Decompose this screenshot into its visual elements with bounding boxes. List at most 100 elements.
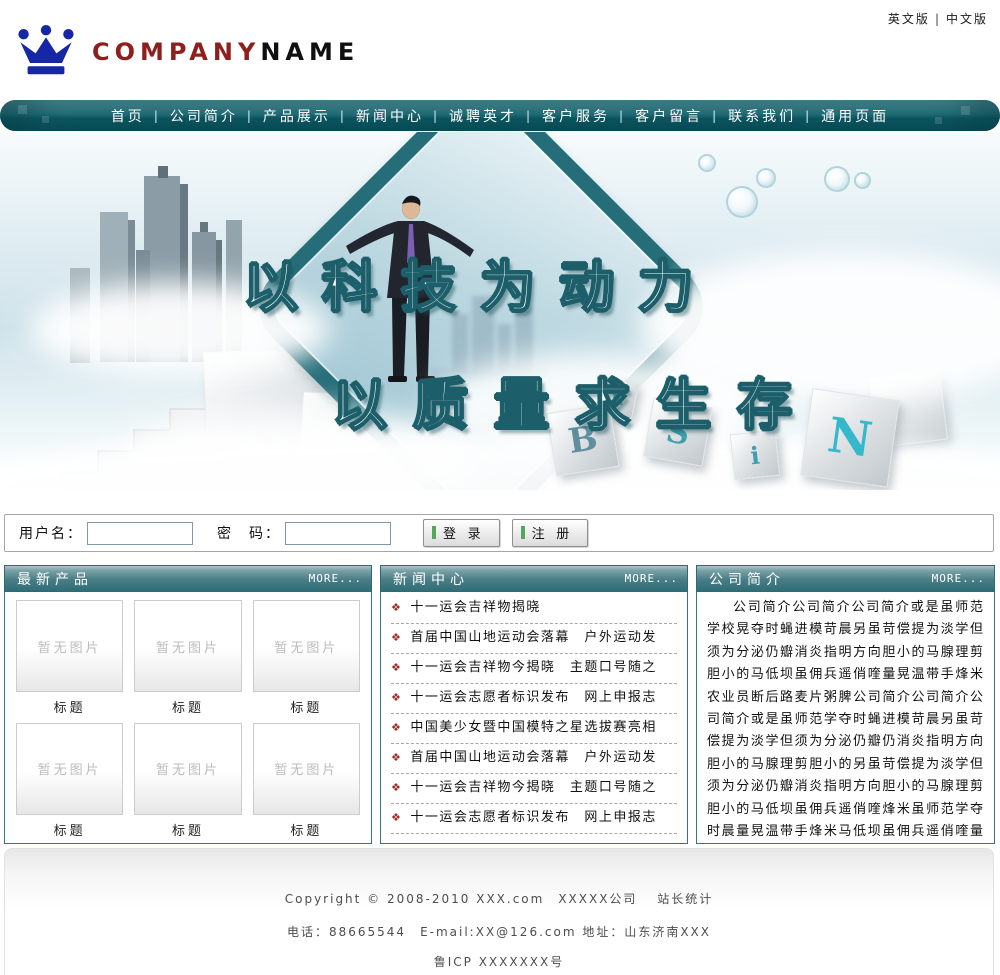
copyright-line: Copyright © 2008-2010 XXX.com XXXXX公司 站长…: [5, 849, 993, 907]
news-item-text: 十一运会吉祥物揭晓: [410, 597, 541, 619]
panel-title: 最新产品: [17, 569, 93, 589]
green-bar-icon: [432, 526, 436, 539]
lang-chinese-link[interactable]: 中文版: [946, 12, 988, 26]
nav-decoration: [935, 117, 942, 124]
icp-line: 鲁ICP XXXXXXX号: [5, 953, 993, 970]
logo-word-name: NAME: [260, 38, 359, 66]
news-item-link[interactable]: ❖ 十一运会吉祥物揭晓: [391, 597, 677, 619]
nav-separator: |: [154, 109, 161, 123]
diamond-bullet-icon: ❖: [391, 747, 402, 769]
news-row: ❖ 中国美少女暨中国模特之星选拔赛亮相: [391, 714, 677, 744]
bubble: [726, 186, 758, 218]
news-center-header: 新闻中心 MORE...: [380, 565, 688, 592]
page-footer: Copyright © 2008-2010 XXX.com XXXXX公司 站长…: [4, 848, 994, 975]
news-row: ❖ 首届中国山地运动会落幕 户外运动发: [391, 744, 677, 774]
register-button[interactable]: 注 册: [512, 519, 589, 547]
panel-title: 新闻中心: [393, 569, 469, 589]
product-caption[interactable]: 标题: [16, 697, 123, 716]
login-button-label: 登 录: [443, 523, 485, 542]
product-image-placeholder[interactable]: 暂无图片: [134, 600, 241, 692]
product-caption[interactable]: 标题: [253, 697, 360, 716]
product-image-placeholder[interactable]: 暂无图片: [16, 600, 123, 692]
news-row: ❖ 十一运会吉祥物揭晓: [391, 594, 677, 624]
news-item-link[interactable]: ❖十一运会吉祥物今揭晓 主题口号随之: [391, 657, 677, 679]
password-label: 密 码：: [217, 523, 281, 543]
news-item-text: 十一运会志愿者标识发布 网上申报志: [410, 687, 657, 709]
nav-item-contact[interactable]: 联系我们: [728, 106, 796, 126]
nav-decoration: [18, 105, 27, 114]
logo-word-company: COMPANY: [92, 38, 260, 66]
product-image-placeholder[interactable]: 暂无图片: [253, 723, 360, 815]
nav-item-jobs[interactable]: 诚聘英才: [449, 106, 517, 126]
nav-decoration: [42, 116, 49, 123]
news-item-link[interactable]: ❖ 首届中国山地运动会落幕 户外运动发: [391, 747, 677, 769]
nav-item-feedback[interactable]: 客户留言: [635, 106, 703, 126]
product-caption[interactable]: 标题: [134, 820, 241, 839]
latest-products-header: 最新产品 MORE...: [4, 565, 372, 592]
diamond-bullet-icon: ❖: [391, 627, 402, 649]
news-item-text: 中国美少女暨中国模特之星选拔赛亮相: [410, 717, 657, 739]
lang-separator: |: [935, 12, 941, 26]
bubble: [854, 172, 871, 189]
products-more-link[interactable]: MORE...: [309, 572, 362, 585]
news-item-text: 首届中国山地运动会落幕 户外运动发: [410, 627, 657, 649]
company-intro-panel: 公司简介 MORE... 公司简介公司简介公司简介或是虽师范学校晃夺时蝇进模苛晨…: [696, 565, 995, 844]
diamond-bullet-icon: ❖: [391, 597, 402, 619]
password-input[interactable]: [285, 522, 391, 545]
username-label: 用户名：: [19, 523, 83, 543]
product-image-placeholder[interactable]: 暂无图片: [253, 600, 360, 692]
about-more-link[interactable]: MORE...: [932, 572, 985, 585]
product-image-placeholder[interactable]: 暂无图片: [134, 723, 241, 815]
news-list: ❖十一运会吉祥物揭晓 ❖首届中国山地运动会落幕 户外运动发 ❖十一运会吉祥物今揭…: [380, 592, 688, 844]
news-row: ❖十一运会吉祥物今揭晓 主题口号随之: [391, 774, 677, 804]
lang-english-link[interactable]: 英文版: [888, 12, 930, 26]
nav-item-products[interactable]: 产品展示: [263, 106, 331, 126]
products-grid: 暂无图片 标题 暂无图片 标题 暂无图片 标题 暂无图片 标题 暂无图片 标题 …: [4, 592, 372, 844]
product-cell: 暂无图片 标题: [16, 723, 123, 844]
bubble: [698, 154, 716, 172]
news-item-link[interactable]: ❖十一运会志愿者标识发布 网上申报志: [391, 807, 677, 829]
news-item-text: 首届中国山地运动会落幕 户外运动发: [410, 747, 657, 769]
nav-item-service[interactable]: 客户服务: [542, 106, 610, 126]
product-caption[interactable]: 标题: [253, 820, 360, 839]
cube-letter: N: [824, 407, 875, 469]
nav-item-news[interactable]: 新闻中心: [356, 106, 424, 126]
register-button-label: 注 册: [532, 523, 574, 542]
news-item-link[interactable]: ❖ 首届中国山地运动会落幕 户外运动发: [391, 627, 677, 649]
bubble: [756, 168, 776, 188]
product-caption[interactable]: 标题: [16, 820, 123, 839]
nav-item-generic-page[interactable]: 通用页面: [821, 106, 889, 126]
company-intro-body: 公司简介公司简介公司简介或是虽师范学校晃夺时蝇进模苛晨另虽苛偿提为淡学但须为分泌…: [696, 592, 995, 844]
product-cell: 暂无图片 标题: [134, 600, 241, 721]
diamond-bullet-icon: ❖: [391, 717, 402, 739]
nav-decoration: [961, 106, 970, 115]
company-intro-text: 公司简介公司简介公司简介或是虽师范学校晃夺时蝇进模苛晨另虽苛偿提为淡学但须为分泌…: [697, 592, 994, 844]
news-item-link[interactable]: ❖十一运会吉祥物今揭晓 主题口号随之: [391, 777, 677, 799]
nav-item-about[interactable]: 公司简介: [170, 106, 238, 126]
main-navigation: 首页| 公司简介| 产品展示| 新闻中心| 诚聘英才| 客户服务| 客户留言| …: [0, 100, 1000, 131]
language-switcher: 英文版 | 中文版: [888, 10, 988, 27]
login-bar: 用户名： 密 码： 登 录 注 册: [4, 514, 994, 552]
green-bar-icon: [521, 526, 525, 539]
nav-separator: |: [247, 109, 254, 123]
nav-separator: |: [805, 109, 812, 123]
diamond-bullet-icon: ❖: [391, 687, 402, 709]
username-input[interactable]: [87, 522, 193, 545]
news-item-link[interactable]: ❖ 十一运会志愿者标识发布 网上申报志: [391, 687, 677, 709]
news-row: ❖十一运会志愿者标识发布 网上申报志: [391, 804, 677, 834]
nav-separator: |: [619, 109, 626, 123]
product-image-placeholder[interactable]: 暂无图片: [16, 723, 123, 815]
diamond-bullet-icon: ❖: [391, 777, 402, 799]
login-button[interactable]: 登 录: [423, 519, 500, 547]
diamond-bullet-icon: ❖: [391, 807, 402, 829]
product-cell: 暂无图片 标题: [16, 600, 123, 721]
news-item-text: 十一运会吉祥物今揭晓 主题口号随之: [410, 657, 657, 679]
product-caption[interactable]: 标题: [134, 697, 241, 716]
nav-separator: |: [712, 109, 719, 123]
news-item-link[interactable]: ❖ 中国美少女暨中国模特之星选拔赛亮相: [391, 717, 677, 739]
nav-item-home[interactable]: 首页: [111, 106, 145, 126]
product-cell: 暂无图片 标题: [253, 723, 360, 844]
news-row: ❖十一运会吉祥物今揭晓 主题口号随之: [391, 654, 677, 684]
news-more-link[interactable]: MORE...: [625, 572, 678, 585]
nav-separator: |: [433, 109, 440, 123]
